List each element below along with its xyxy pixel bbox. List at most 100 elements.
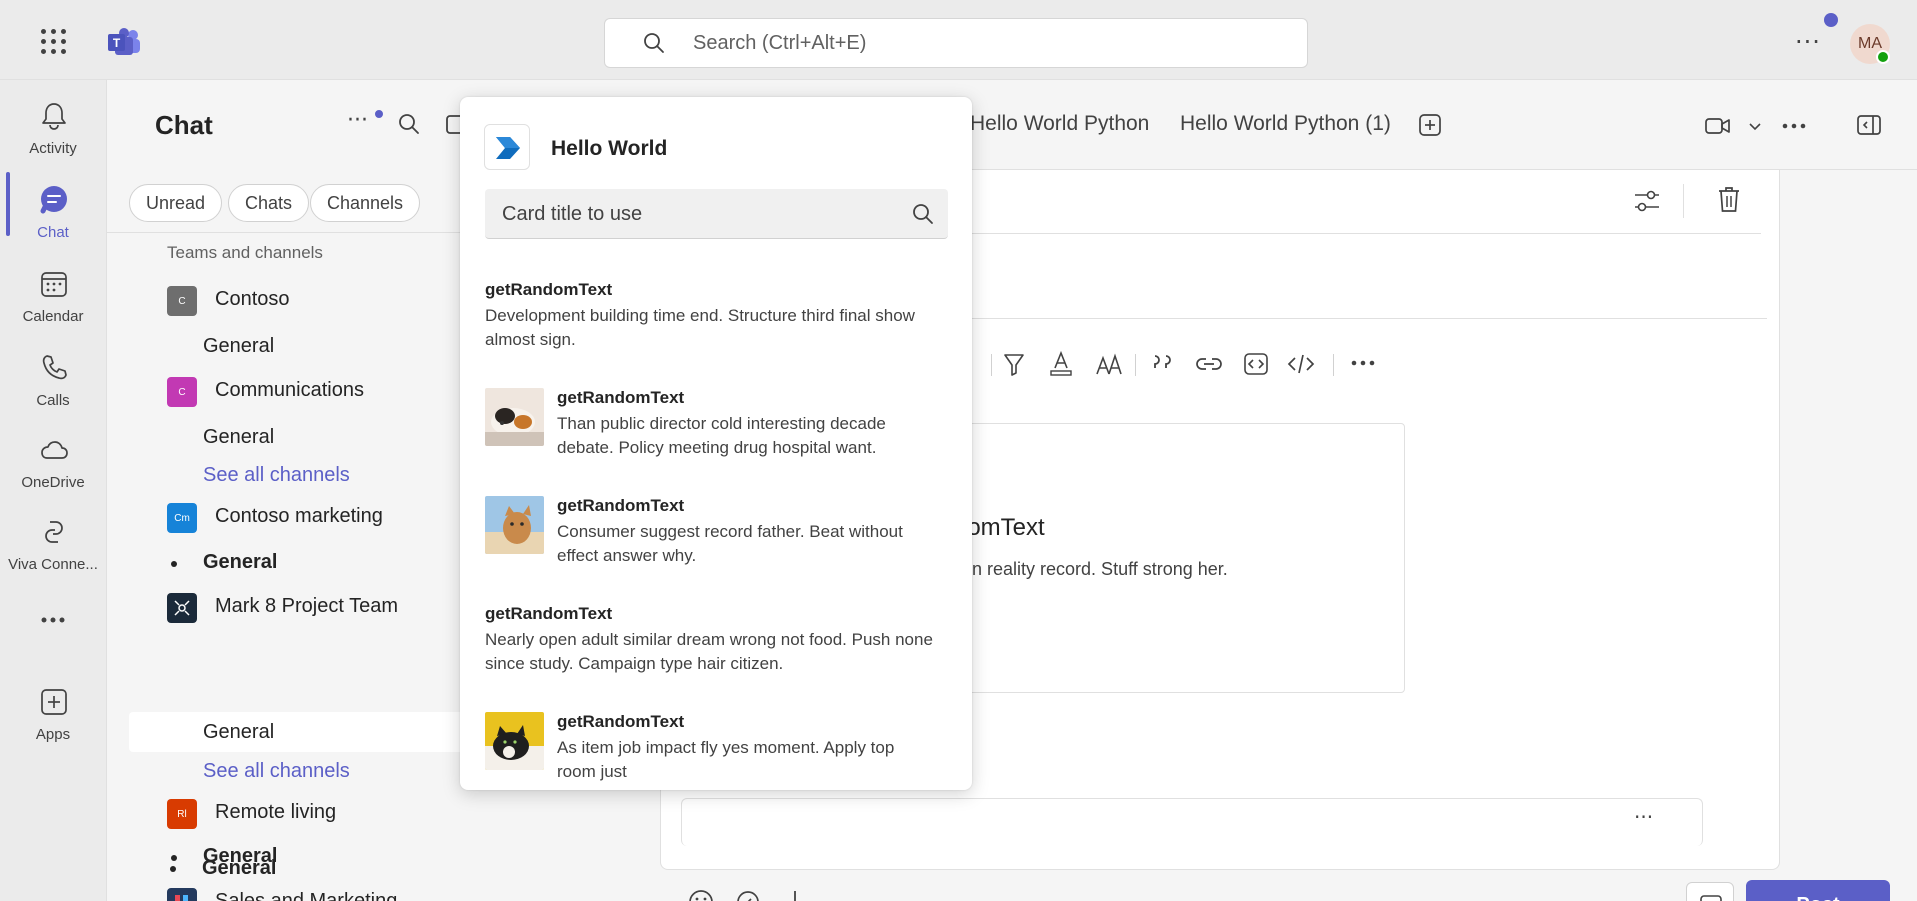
divider [1333, 354, 1334, 376]
rail-label-onedrive: OneDrive [21, 474, 85, 491]
font-size-icon[interactable] [1095, 350, 1123, 378]
search-results-list: getRandomText Development building time … [460, 267, 972, 790]
team-name: Communications [215, 379, 364, 401]
global-search-input[interactable] [693, 29, 1273, 57]
section-label: Teams and channels [167, 243, 323, 262]
divider [991, 354, 992, 376]
search-icon [644, 33, 664, 53]
rail-more-apps[interactable] [0, 606, 106, 646]
orange-cat-thumbnail [485, 496, 544, 554]
title-bar: T ··· MA [0, 0, 1917, 80]
result-description: Consumer suggest record father. Beat wit… [557, 522, 903, 565]
team-contoso[interactable]: C Contoso [167, 280, 507, 320]
unread-bullet [170, 866, 176, 872]
rail-item-activity[interactable]: Activity [0, 90, 106, 170]
search-icon[interactable] [912, 203, 934, 225]
result-description: Nearly open adult similar dream wrong no… [485, 630, 933, 673]
attach-plus-icon[interactable] [781, 888, 809, 901]
loop-icon[interactable] [734, 888, 762, 901]
global-search-box[interactable] [604, 18, 1308, 68]
quote-icon[interactable] [1149, 350, 1175, 378]
viva-icon [45, 521, 63, 543]
calendar-icon [41, 272, 67, 297]
result-title: getRandomText [557, 388, 685, 407]
app-logo-icon [496, 137, 520, 159]
project-team-icon [174, 600, 190, 616]
filter-unread[interactable]: Unread [129, 184, 223, 222]
list-item[interactable]: getRandomText Consumer suggest record fa… [485, 496, 955, 566]
team-remote-living[interactable]: Rl Remote living [167, 793, 507, 833]
svg-text:T: T [113, 36, 121, 50]
list-item[interactable]: getRandomText As item job impact fly yes… [485, 712, 955, 782]
presence-available-icon [1876, 50, 1890, 64]
code-icon[interactable] [1287, 350, 1315, 378]
code-snippet-icon[interactable] [1243, 350, 1269, 378]
channel-general[interactable]: General [202, 850, 276, 886]
side-panel-icon[interactable] [1856, 114, 1882, 136]
message-more-icon[interactable]: ··· [1634, 805, 1653, 829]
result-description: Development building time end. Structure… [485, 306, 915, 349]
options-sliders-icon[interactable] [1633, 188, 1661, 214]
see-all-channels-link[interactable]: See all channels [203, 760, 350, 783]
add-app-icon [41, 689, 67, 715]
rail-item-calls[interactable]: Calls [0, 342, 106, 422]
team-contoso-marketing[interactable]: Cm Contoso marketing [167, 497, 507, 537]
rail-item-onedrive[interactable]: OneDrive [0, 424, 106, 504]
post-button[interactable]: Post [1746, 880, 1890, 901]
more-icon [41, 617, 65, 623]
more-formatting-icon[interactable] [1351, 359, 1375, 367]
app-launcher-icon[interactable] [40, 28, 68, 56]
filter-chats[interactable]: Chats [228, 184, 310, 222]
unread-bullet [171, 561, 177, 567]
team-name: Sales and Marketing [215, 890, 398, 901]
team-communications[interactable]: C Communications [167, 371, 507, 411]
list-item[interactable]: getRandomText Nearly open adult similar … [485, 604, 955, 674]
chat-icon [40, 186, 67, 214]
chevron-down-icon[interactable] [1748, 122, 1762, 132]
team-name: Remote living [215, 801, 337, 823]
font-color-icon[interactable] [1048, 350, 1074, 378]
settings-more-icon[interactable]: ··· [1795, 28, 1821, 56]
phone-icon [42, 355, 67, 380]
chat-more-options-icon[interactable]: ··· [347, 108, 368, 133]
header-more-icon[interactable] [1782, 122, 1806, 130]
team-mark-8-project[interactable]: Mark 8 Project Team [167, 587, 507, 627]
chat-search-icon[interactable] [397, 112, 421, 136]
see-all-channels-link[interactable]: See all channels [203, 464, 350, 487]
calico-cat-thumbnail [485, 388, 544, 446]
rail-label-apps: Apps [35, 726, 71, 743]
highlight-icon[interactable] [1001, 350, 1027, 378]
video-call-icon[interactable] [1704, 116, 1732, 136]
rail-item-apps[interactable]: Apps [0, 676, 106, 756]
result-title: getRandomText [485, 604, 613, 623]
message-input[interactable]: ··· [681, 798, 1703, 846]
rail-item-calendar[interactable]: Calendar [0, 258, 106, 338]
result-title: getRandomText [557, 712, 685, 731]
link-icon[interactable] [1195, 350, 1223, 378]
emoji-icon[interactable] [687, 888, 715, 901]
team-name: Contoso marketing [215, 505, 383, 527]
divider [1683, 184, 1684, 218]
team-avatar [167, 593, 197, 623]
filter-channels[interactable]: Channels [310, 184, 421, 222]
team-avatar: C [167, 377, 197, 407]
cloud-icon [41, 441, 68, 459]
tab-hello-world-python[interactable]: Hello World Python [970, 112, 1149, 136]
add-tab-icon[interactable] [1418, 113, 1442, 137]
list-item[interactable]: getRandomText Than public director cold … [485, 388, 955, 458]
rail-item-chat[interactable]: Chat [0, 174, 106, 254]
tab-hello-world-python-1[interactable]: Hello World Python (1) [1180, 112, 1391, 136]
delete-icon[interactable] [1717, 186, 1741, 214]
card-text: on reality record. Stuff strong her. [962, 559, 1228, 579]
card-search-input[interactable] [502, 199, 902, 229]
schedule-button[interactable] [1686, 882, 1734, 901]
team-avatar: C [167, 286, 197, 316]
unread-bullet [171, 855, 177, 861]
rail-label-viva: Viva Conne... [8, 556, 98, 573]
card-search-box[interactable] [485, 189, 948, 239]
app-rail: Activity Chat Calendar Calls OneDrive Vi… [0, 80, 106, 901]
rail-label-activity: Activity [29, 140, 77, 157]
schedule-icon [1700, 895, 1722, 901]
list-item[interactable]: getRandomText Development building time … [485, 280, 955, 350]
rail-item-viva-connections[interactable]: Viva Conne... [0, 506, 106, 586]
